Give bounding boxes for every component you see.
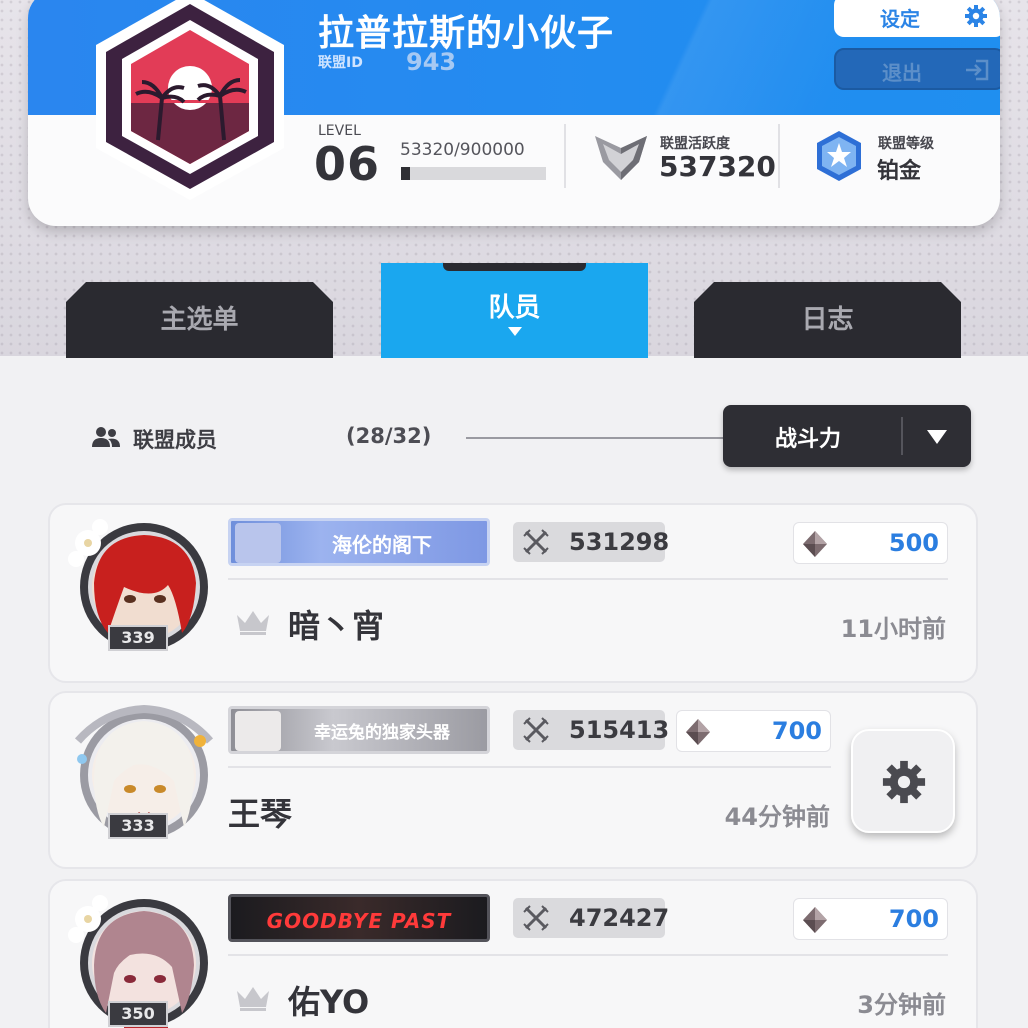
member-name: 暗丶宵 — [288, 607, 385, 645]
alliance-emblem-icon — [96, 0, 284, 200]
people-icon — [92, 427, 120, 447]
member-row-divider — [228, 766, 831, 768]
member-last-seen: 44分钟前 — [724, 803, 830, 831]
contribution-value: 700 — [771, 717, 822, 745]
combat-power-box: 515413 — [513, 710, 670, 750]
member-last-seen: 11小时前 — [840, 615, 946, 643]
combat-power-box: 472427 — [513, 898, 670, 938]
diamond-icon — [803, 907, 827, 933]
gear-icon — [965, 5, 987, 27]
chevron-down-icon — [927, 430, 947, 444]
diamond-icon — [686, 719, 710, 745]
combat-power-value: 472427 — [569, 904, 670, 932]
star-hexagon-icon — [817, 131, 861, 181]
rank-label: 联盟等级 — [878, 136, 934, 152]
sort-dropdown[interactable]: 战斗力 — [723, 405, 971, 467]
crossed-swords-icon — [523, 529, 549, 555]
title-plate-portrait — [235, 711, 281, 751]
avatar-level-badge: 339 — [108, 625, 168, 651]
rank-value: 铂金 — [877, 159, 922, 184]
alliance-id-value: 943 — [406, 48, 457, 76]
tab-main-menu[interactable]: 主选单 — [66, 282, 333, 358]
combat-power-value: 515413 — [569, 716, 670, 744]
avatar-level-badge: 350 — [108, 1001, 168, 1027]
sort-dropdown-label: 战斗力 — [775, 427, 842, 452]
member-name: 佑YO — [288, 983, 370, 1021]
stat-divider — [778, 124, 780, 188]
exit-button-label: 退出 — [882, 61, 922, 85]
exp-text: 53320/900000 — [400, 140, 525, 160]
settings-button[interactable]: 设定 — [834, 0, 1000, 37]
member-card[interactable]: 350 GOODBYE PAST 472427 700 佑YO 3分钟前 — [48, 879, 978, 1028]
crossed-swords-icon — [523, 905, 549, 931]
member-last-seen: 3分钟前 — [857, 991, 946, 1019]
alliance-id-label: 联盟ID — [318, 55, 363, 71]
member-settings-button[interactable] — [851, 729, 955, 833]
exit-icon — [966, 59, 989, 81]
title-plate-text: GOODBYE PAST — [266, 909, 452, 933]
member-card[interactable]: 333 幸运兔的独家头器 515413 700 王琴 44分钟前 — [48, 691, 978, 869]
alliance-name: 拉普拉斯的小伙子 — [318, 13, 615, 54]
combat-power-value: 531298 — [569, 528, 670, 556]
activity-value: 537320 — [659, 150, 776, 183]
tab-log[interactable]: 日志 — [694, 282, 961, 358]
exp-progress-bar — [401, 167, 546, 180]
members-count: (28/32) — [346, 424, 432, 448]
tab-members-label: 队员 — [488, 293, 541, 323]
contribution-box: 500 — [793, 522, 948, 564]
gear-icon — [882, 760, 926, 804]
members-label: 联盟成员 — [133, 428, 217, 452]
title-plate: GOODBYE PAST — [228, 894, 490, 942]
diamond-icon — [803, 531, 827, 557]
alliance-profile-card: 拉普拉斯的小伙子 联盟ID 943 设定 退出 LEVEL 06 53320/9… — [28, 0, 1000, 226]
shield-chevron-icon — [595, 136, 647, 180]
member-name: 王琴 — [228, 795, 293, 833]
contribution-box: 700 — [676, 710, 831, 752]
crown-icon — [237, 987, 269, 1011]
member-row-divider — [228, 578, 948, 580]
exp-progress-fill — [401, 167, 410, 180]
title-plate-portrait — [235, 523, 281, 563]
contribution-box: 700 — [793, 898, 948, 940]
member-row-divider — [228, 954, 948, 956]
sort-dropdown-separator — [901, 417, 903, 455]
tab-notch — [443, 263, 586, 271]
members-header-divider — [466, 437, 728, 439]
exit-button[interactable]: 退出 — [834, 48, 1000, 90]
member-card[interactable]: 339 海伦的阁下 531298 500 暗丶宵 11小时前 — [48, 503, 978, 683]
level-value: 06 — [314, 137, 381, 191]
contribution-value: 700 — [888, 905, 939, 933]
combat-power-box: 531298 — [513, 522, 670, 562]
crown-icon — [237, 611, 269, 635]
title-plate-text: 海伦的阁下 — [332, 533, 432, 557]
title-plate: 海伦的阁下 — [228, 518, 490, 566]
avatar-level-badge: 333 — [108, 813, 168, 839]
crossed-swords-icon — [523, 717, 549, 743]
title-plate: 幸运兔的独家头器 — [228, 706, 490, 754]
stat-divider — [564, 124, 566, 188]
settings-button-label: 设定 — [880, 7, 920, 31]
active-tab-indicator-icon — [508, 327, 522, 336]
tab-members[interactable]: 队员 — [381, 263, 648, 358]
contribution-value: 500 — [888, 529, 939, 557]
title-plate-text: 幸运兔的独家头器 — [314, 723, 450, 743]
